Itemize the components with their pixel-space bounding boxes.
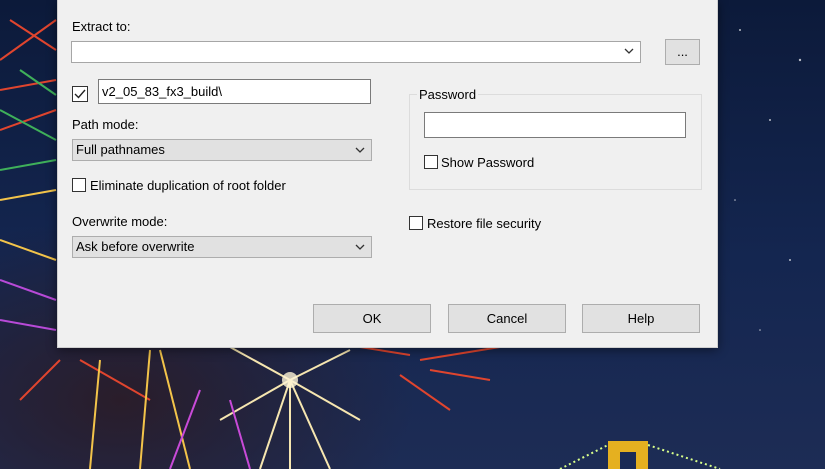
restore-file-security-checkbox[interactable] (409, 216, 423, 230)
cancel-button[interactable]: Cancel (448, 304, 566, 333)
show-password-label[interactable]: Show Password (441, 155, 534, 170)
subfolder-name-input[interactable]: v2_05_83_fx3_build\ (98, 79, 371, 104)
password-group-label: Password (417, 87, 479, 102)
path-mode-label: Path mode: (72, 117, 139, 132)
path-mode-selected: Full pathnames (76, 142, 165, 157)
browse-button[interactable]: ... (665, 39, 700, 65)
eliminate-duplication-checkbox[interactable] (72, 178, 86, 192)
eliminate-duplication-label[interactable]: Eliminate duplication of root folder (90, 178, 286, 193)
overwrite-mode-label: Overwrite mode: (72, 214, 168, 229)
overwrite-mode-selected: Ask before overwrite (76, 239, 195, 254)
checkmark-icon (74, 89, 86, 99)
overwrite-mode-dropdown[interactable]: Ask before overwrite (72, 236, 372, 258)
ok-button[interactable]: OK (313, 304, 431, 333)
subfolder-checkbox[interactable] (72, 86, 88, 102)
path-mode-dropdown[interactable]: Full pathnames (72, 139, 372, 161)
chevron-down-icon (355, 244, 365, 250)
password-input[interactable] (424, 112, 686, 138)
extraction-options-dialog: Extract to: ... v2_05_83_fx3_build\ Path… (57, 0, 718, 348)
show-password-checkbox[interactable] (424, 155, 438, 169)
restore-file-security-label[interactable]: Restore file security (427, 216, 541, 231)
extract-to-label: Extract to: (72, 19, 131, 34)
chevron-down-icon (355, 147, 365, 153)
chevron-down-icon[interactable] (624, 46, 634, 56)
password-group (409, 94, 702, 190)
help-button[interactable]: Help (582, 304, 700, 333)
extract-to-combobox[interactable] (71, 41, 641, 63)
